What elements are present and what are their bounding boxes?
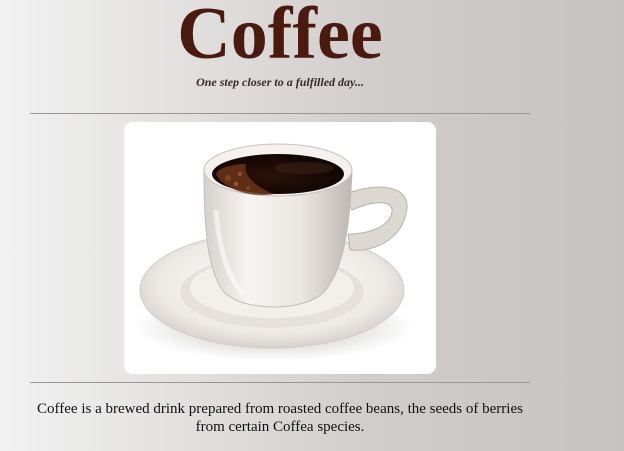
- page-title: Coffee: [177, 0, 383, 75]
- coffee-description: Coffee is a brewed drink prepared from r…: [37, 401, 523, 435]
- coffee-cup-image: [124, 122, 436, 374]
- bottom-divider: [30, 382, 530, 383]
- top-divider: [30, 113, 530, 114]
- tagline: One step closer to a fulfilled day...: [196, 75, 364, 89]
- coffee-cup-icon: [124, 122, 436, 374]
- page: Coffee One step closer to a fulfilled da…: [0, 0, 560, 451]
